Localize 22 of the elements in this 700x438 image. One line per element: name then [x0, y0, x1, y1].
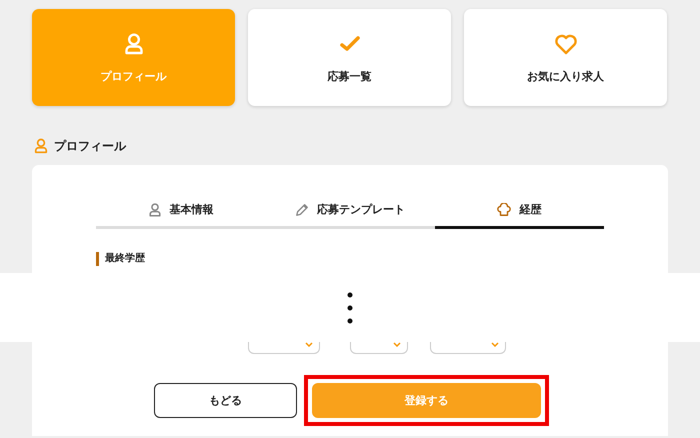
subsection-title: 最終学歴	[96, 252, 604, 266]
nav-card[interactable]: 応募一覧	[248, 9, 451, 106]
dropdown[interactable]	[248, 342, 320, 354]
dropdown[interactable]	[350, 342, 408, 354]
pencil-icon	[294, 202, 309, 216]
tab[interactable]: 経歴	[434, 199, 604, 229]
back-button[interactable]: もどる	[154, 383, 297, 418]
heart-icon	[554, 32, 578, 54]
chevron-icon	[393, 342, 401, 347]
chef-hat-icon	[497, 202, 512, 216]
checkmark-icon	[338, 34, 360, 52]
person-icon	[148, 202, 162, 216]
person-icon	[34, 138, 48, 154]
tab[interactable]: 基本情報	[96, 199, 266, 229]
dropdown[interactable]	[430, 342, 506, 354]
nav-card[interactable]: お気に入り求人	[464, 9, 667, 106]
chevron-icon	[491, 342, 499, 347]
person-icon	[124, 32, 144, 54]
tab[interactable]: 応募テンプレート	[265, 199, 435, 229]
vertical-ellipsis-icon	[347, 292, 353, 324]
section-title: プロフィール	[54, 138, 126, 154]
chevron-icon	[305, 342, 313, 347]
